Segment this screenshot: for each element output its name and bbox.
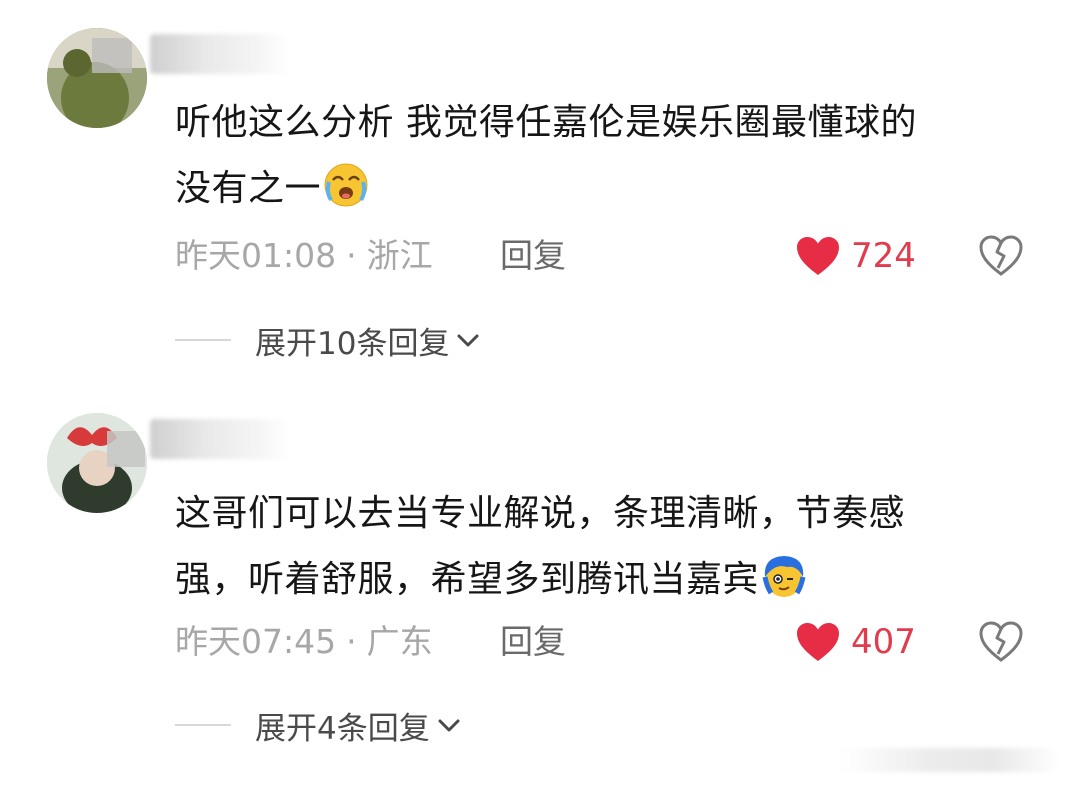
- divider-line: [175, 339, 231, 341]
- avatar[interactable]: [47, 28, 147, 128]
- divider-line: [175, 724, 231, 726]
- like-button[interactable]: 724: [795, 234, 916, 278]
- comment-text-line-2: 没有之一: [175, 168, 322, 209]
- comment-text-line: 强，听着舒服，希望多到腾讯当嘉宾: [175, 547, 1045, 613]
- broken-heart-icon[interactable]: [978, 620, 1024, 664]
- like-count: 407: [851, 622, 916, 662]
- location: 广东: [366, 622, 433, 661]
- timestamp: 昨天01:08: [175, 236, 337, 275]
- comment-text-line: 没有之一: [175, 156, 1045, 222]
- comment-text: 这哥们可以去当专业解说，条理清晰，节奏感 强，听着舒服，希望多到腾讯当嘉宾: [175, 481, 1045, 613]
- meta-separator: ·: [346, 622, 357, 661]
- comment-text-line: 听他这么分析 我觉得任嘉伦是娱乐圈最懂球的: [175, 102, 917, 143]
- reply-button[interactable]: 回复: [500, 620, 566, 664]
- avatar-image: [47, 28, 147, 128]
- expand-replies[interactable]: 展开4条回复: [175, 703, 462, 747]
- crying-face-emoji: [324, 163, 368, 207]
- chevron-down-icon: [457, 334, 479, 347]
- broken-heart-icon[interactable]: [978, 234, 1024, 278]
- heart-icon: [797, 237, 839, 275]
- avatar[interactable]: [47, 413, 147, 513]
- reply-button[interactable]: 回复: [500, 234, 566, 278]
- chevron-down-icon: [438, 719, 460, 732]
- blue-hair-emoji: [762, 556, 806, 597]
- expand-replies-label: 展开4条回复: [255, 710, 430, 747]
- timestamp: 昨天07:45: [175, 622, 337, 661]
- location: 浙江: [366, 236, 433, 275]
- avatar-image: [47, 413, 147, 513]
- watermark-blurred: [840, 748, 1060, 772]
- comment-meta: 昨天07:45 · 广东 回复: [175, 620, 566, 664]
- comment-text-line-2: 强，听着舒服，希望多到腾讯当嘉宾: [175, 559, 760, 600]
- expand-replies-label: 展开10条回复: [255, 325, 450, 362]
- meta-separator: ·: [346, 236, 357, 275]
- comment-meta: 昨天01:08 · 浙江 回复: [175, 234, 566, 278]
- comment-text-line: 这哥们可以去当专业解说，条理清晰，节奏感: [175, 493, 906, 534]
- heart-icon: [797, 623, 839, 661]
- like-count: 724: [851, 236, 916, 276]
- like-button[interactable]: 407: [795, 620, 916, 664]
- comment-text: 听他这么分析 我觉得任嘉伦是娱乐圈最懂球的 没有之一: [175, 90, 1045, 222]
- username-blurred: [150, 419, 290, 459]
- expand-replies[interactable]: 展开10条回复: [175, 318, 481, 362]
- username-blurred: [150, 34, 290, 74]
